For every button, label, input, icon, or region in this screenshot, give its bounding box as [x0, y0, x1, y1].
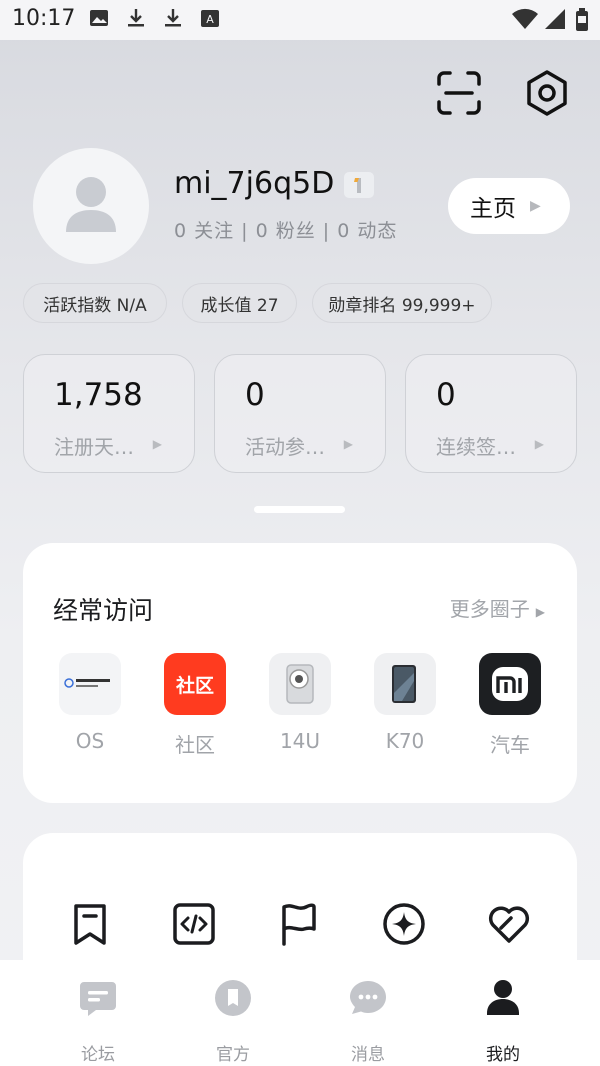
- tag-activity[interactable]: 活跃指数 N/A: [23, 283, 167, 323]
- mi-logo: [479, 653, 541, 715]
- frequent-visits-card: 经常访问 更多圈子 ▶ OS 社区 社区 14U K70 汽车: [23, 543, 577, 803]
- tab-official[interactable]: 官方: [193, 978, 273, 1065]
- message-icon: [350, 981, 386, 1014]
- stat-value: 0: [245, 377, 265, 413]
- visit-item-14u[interactable]: 14U: [269, 653, 331, 753]
- avatar[interactable]: [33, 148, 149, 264]
- translate-icon: A: [201, 10, 219, 27]
- bottom-tab-bar: 论坛 官方 消息 我的: [0, 960, 600, 1066]
- phone-14u-image: [269, 653, 331, 715]
- stat-card-checkin[interactable]: 0 连续签… ▶: [405, 354, 577, 473]
- more-circles-link[interactable]: 更多圈子 ▶: [450, 593, 545, 622]
- chevron-right-icon: ▶: [530, 198, 541, 214]
- official-icon: [215, 980, 251, 1016]
- page-indicator: [254, 506, 345, 513]
- stat-label: 连续签…: [436, 435, 516, 459]
- code-icon[interactable]: [171, 901, 217, 947]
- tab-label: 官方: [216, 1045, 250, 1065]
- visit-label: K70: [385, 729, 425, 753]
- svg-text:A: A: [206, 13, 214, 26]
- tab-label: 论坛: [81, 1045, 115, 1065]
- download-icon: [165, 9, 181, 27]
- heart-icon[interactable]: [486, 901, 532, 947]
- tab-label: 消息: [351, 1045, 385, 1065]
- signal-icon: [545, 9, 565, 29]
- tab-forum[interactable]: 论坛: [58, 978, 138, 1065]
- person-icon: [487, 980, 519, 1015]
- download-icon: [128, 9, 144, 27]
- battery-icon: [576, 8, 588, 31]
- more-label: 更多圈子: [449, 597, 530, 621]
- home-button[interactable]: 主页 ▶: [448, 178, 570, 234]
- scan-icon[interactable]: [436, 70, 482, 116]
- chevron-right-icon: ▶: [534, 437, 544, 451]
- chevron-right-icon: ▶: [535, 605, 545, 619]
- stat-card-register-days[interactable]: 1,758 注册天… ▶: [23, 354, 195, 473]
- visit-label: 社区: [175, 733, 215, 757]
- visit-item-k70[interactable]: K70: [374, 653, 436, 753]
- stat-card-activities[interactable]: 0 活动参… ▶: [214, 354, 386, 473]
- hyperos-logo: [59, 653, 121, 715]
- tab-mine[interactable]: 我的: [463, 978, 543, 1065]
- chevron-right-icon: ▶: [343, 437, 353, 451]
- bookmark-icon[interactable]: [67, 901, 113, 947]
- stat-value: 0: [436, 377, 456, 413]
- tab-label: 我的: [486, 1045, 520, 1065]
- level-icon: [354, 178, 361, 193]
- visit-item-community[interactable]: 社区 社区: [164, 653, 226, 758]
- status-bar: 10:17 A: [0, 0, 600, 40]
- community-logo-text: 社区: [175, 674, 214, 697]
- compass-icon[interactable]: [381, 901, 427, 947]
- tab-messages[interactable]: 消息: [328, 978, 408, 1065]
- tag-growth[interactable]: 成长值 27: [182, 283, 297, 323]
- status-time: 10:17: [12, 6, 76, 31]
- username: mi_7j6q5D: [174, 166, 335, 201]
- level-badge: [344, 172, 374, 198]
- flag-icon[interactable]: [276, 901, 322, 947]
- stat-value: 1,758: [54, 377, 143, 413]
- default-avatar-icon: [66, 177, 116, 232]
- stat-label: 活动参…: [245, 435, 325, 459]
- visit-item-os[interactable]: OS: [59, 653, 121, 753]
- phone-k70-image: [374, 653, 436, 715]
- section-title: 经常访问: [53, 596, 154, 625]
- follow-stats[interactable]: 0 关注 | 0 粉丝 | 0 动态: [174, 216, 397, 243]
- settings-icon[interactable]: [523, 69, 571, 117]
- forum-icon: [80, 982, 116, 1016]
- image-icon: [90, 10, 108, 26]
- community-logo: 社区: [164, 653, 226, 715]
- stat-label: 注册天…: [54, 435, 134, 459]
- chevron-right-icon: ▶: [152, 437, 162, 451]
- visit-label: 14U: [279, 729, 321, 753]
- tag-medal-rank[interactable]: 勋章排名 99,999+: [312, 283, 492, 323]
- visit-item-car[interactable]: 汽车: [479, 653, 541, 758]
- wifi-icon: [512, 8, 538, 29]
- home-button-label: 主页: [470, 196, 516, 222]
- visit-label: 汽车: [490, 733, 530, 757]
- visit-label: OS: [75, 729, 105, 753]
